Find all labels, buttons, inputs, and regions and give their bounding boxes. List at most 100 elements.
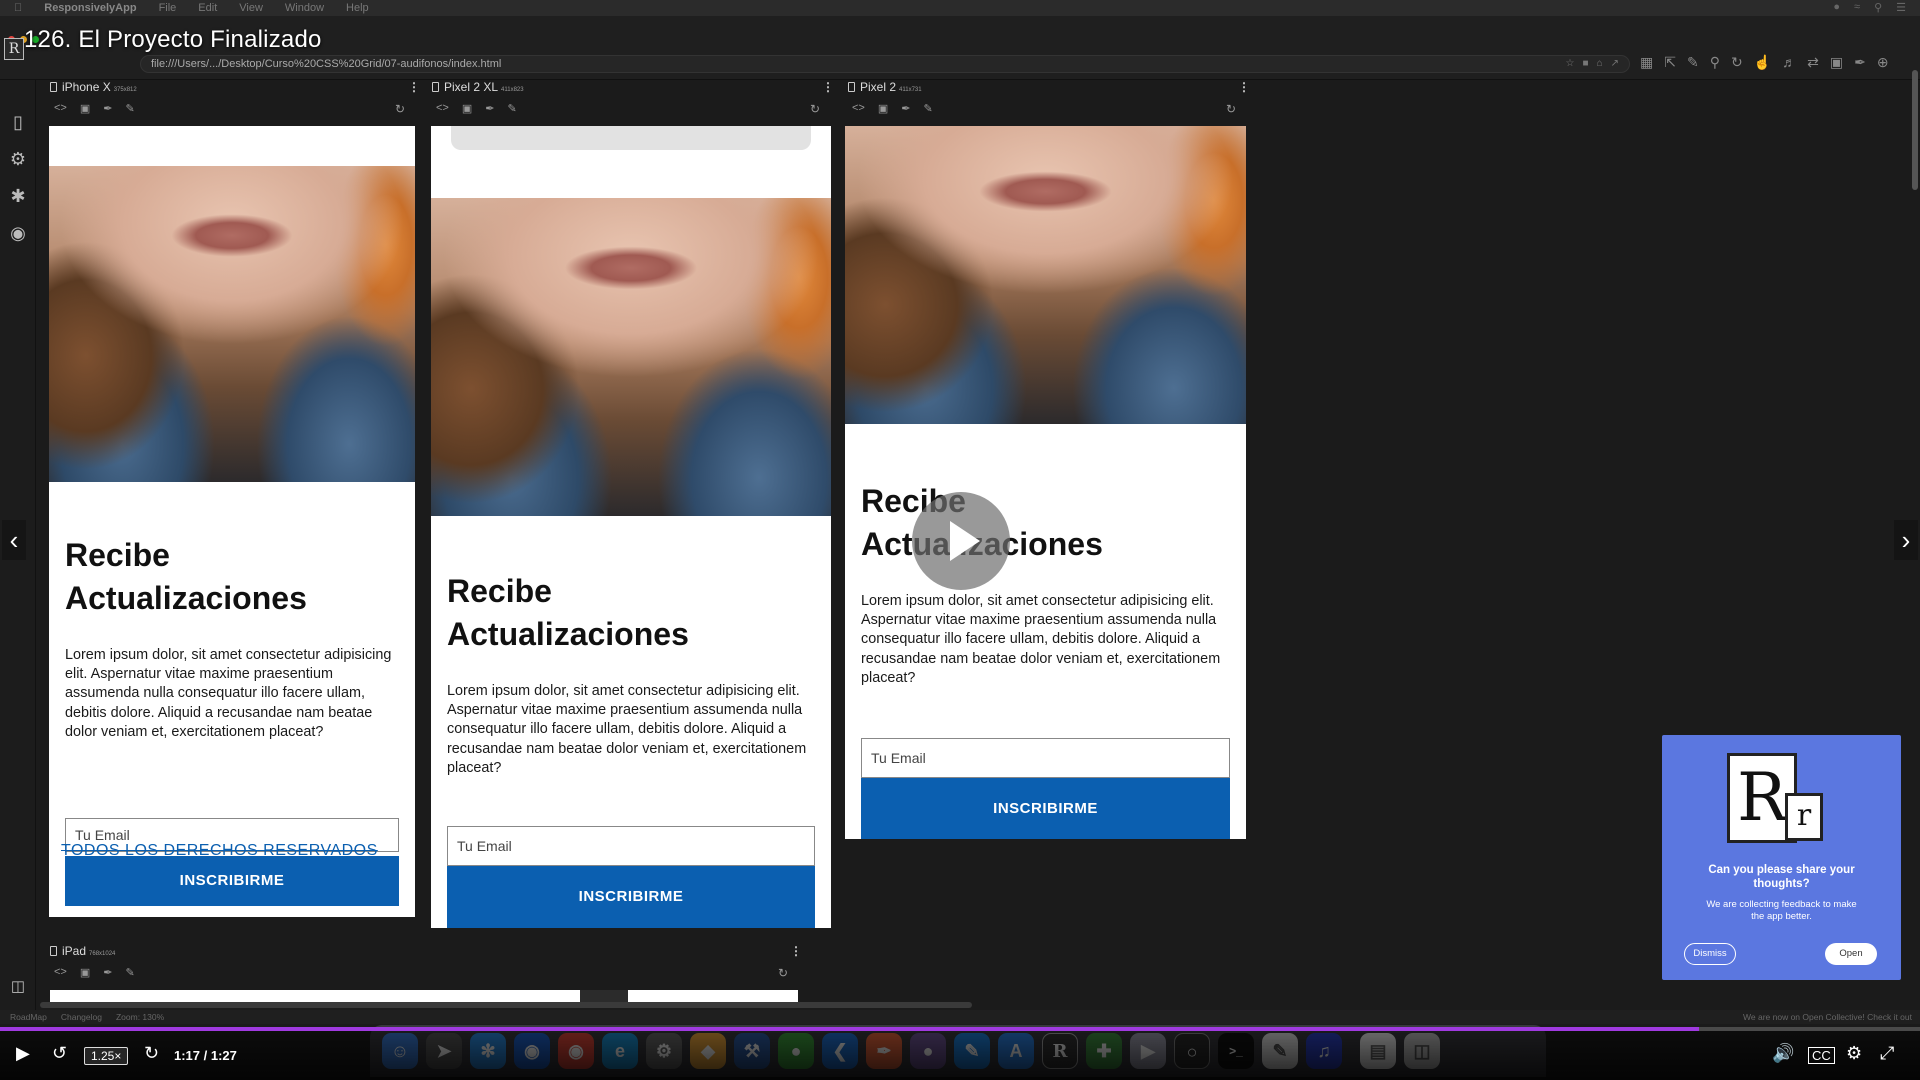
zoom-icon[interactable]: ▦ [1640, 54, 1653, 71]
hero-image [431, 198, 831, 516]
menu-view[interactable]: View [239, 2, 263, 14]
touch-icon[interactable]: ☝ [1754, 54, 1771, 71]
rotate-icon[interactable]: ↻ [1226, 102, 1236, 116]
edit-icon[interactable]: ✎ [923, 102, 932, 115]
open-button[interactable]: Open [1825, 943, 1877, 965]
pen-icon[interactable]: ✒ [901, 102, 910, 115]
device-viewport[interactable]: Recibe Actualizaciones Lorem ipsum dolor… [49, 126, 415, 917]
home-icon[interactable]: ⌂ [1597, 56, 1603, 72]
pen-icon[interactable]: ✒ [1854, 54, 1866, 71]
code-icon[interactable]: <> [54, 102, 67, 115]
changelog-link[interactable]: Changelog [61, 1012, 102, 1022]
edit-icon[interactable]: ✎ [125, 102, 134, 115]
device-resolution: 411x823 [501, 87, 524, 93]
menu-app-name[interactable]: ResponsivelyApp [44, 2, 136, 14]
zoom-in-icon[interactable]: ⊕ [1877, 54, 1889, 71]
rotate-icon[interactable]: ↻ [395, 102, 405, 116]
pen-icon[interactable]: ✒ [485, 102, 494, 115]
email-input[interactable]: Tu Email [447, 826, 815, 866]
heading-line-2: Actualizaciones [65, 580, 307, 616]
playback-speed-button[interactable]: 1.25× [84, 1047, 129, 1065]
roadmap-link[interactable]: RoadMap [10, 1012, 47, 1022]
device-pixel-2-xl: Pixel 2 XL 411x823 ⋮ <> ▣ ✒ ✎ ↻ Recibe Ac… [431, 80, 834, 930]
video-player-controls: ▶ ↺ 1.25× ↻ 1:17 / 1:27 🔊 CC ⚙ ⤢ [0, 1031, 1920, 1080]
devices-icon[interactable]: ▯ [6, 110, 30, 134]
device-menu-icon[interactable]: ⋮ [822, 80, 834, 94]
newsletter-section: Recibe Actualizaciones Lorem ipsum dolor… [49, 534, 415, 742]
menu-file[interactable]: File [159, 2, 177, 14]
device-name: Pixel 2 [860, 80, 897, 94]
volume-icon[interactable]: 🔊 [1772, 1043, 1794, 1064]
fullscreen-exit-icon[interactable]: ⤢ [1880, 1043, 1894, 1064]
device-menu-icon[interactable]: ⋮ [1238, 80, 1250, 94]
pen-icon[interactable]: ✒ [103, 102, 112, 115]
dismiss-button[interactable]: Dismiss [1684, 943, 1736, 965]
network-icon[interactable]: ◉ [6, 221, 30, 245]
screenshot-icon[interactable]: ▣ [1830, 54, 1843, 71]
menu-edit[interactable]: Edit [198, 2, 217, 14]
subscribe-button[interactable]: INSCRIBIRME [447, 866, 815, 928]
newsletter-section: Recibe Actualizaciones Lorem ipsum dolor… [845, 480, 1246, 688]
menu-window[interactable]: Window [285, 2, 324, 14]
gift-icon[interactable]: ◫ [6, 975, 30, 999]
edit-icon[interactable]: ✎ [125, 966, 134, 979]
screenshot-icon[interactable]: ▣ [80, 102, 90, 115]
edit-icon[interactable]: ✎ [1687, 54, 1699, 71]
device-viewport[interactable]: Recibe Actualizaciones Lorem ipsum dolor… [431, 126, 831, 928]
sync-icon[interactable]: ⇄ [1807, 54, 1819, 71]
open-collective-notice[interactable]: We are now on Open Collective! Check it … [1743, 1012, 1912, 1022]
device-menu-icon[interactable]: ⋮ [408, 80, 420, 94]
rotate-icon[interactable]: ↻ [810, 102, 820, 116]
settings-gear-icon[interactable]: ⚙ [1846, 1043, 1862, 1064]
refresh-icon[interactable]: ↻ [1731, 54, 1743, 71]
rewind-icon[interactable]: ↺ [52, 1043, 67, 1064]
device-header: iPad 768x1024 [50, 944, 115, 960]
apple-icon[interactable]:  [14, 2, 22, 14]
delete-icon[interactable]: ■ [1583, 56, 1589, 72]
device-header: Pixel 2 411x731 [848, 80, 922, 96]
forward-icon[interactable]: ↻ [144, 1043, 159, 1064]
screenshot-icon[interactable]: ▣ [462, 102, 472, 115]
newsletter-text: Lorem ipsum dolor, sit amet consectetur … [65, 647, 392, 740]
play-overlay-button[interactable] [912, 492, 1010, 590]
mute-icon[interactable]: ♬ [1782, 54, 1796, 71]
captions-icon[interactable]: CC [1808, 1047, 1835, 1064]
extensions-icon[interactable]: ✱ [6, 184, 30, 208]
previous-arrow-icon[interactable]: ‹ [2, 520, 26, 560]
menu-help[interactable]: Help [346, 2, 369, 14]
edit-icon[interactable]: ✎ [507, 102, 516, 115]
rotate-icon[interactable]: ↻ [778, 966, 788, 980]
code-icon[interactable]: <> [54, 966, 67, 979]
ipad-viewport[interactable] [50, 990, 798, 1002]
device-menu-icon[interactable]: ⋮ [790, 944, 802, 958]
pen-icon[interactable]: ✒ [103, 966, 112, 979]
subscribe-button[interactable]: INSCRIBIRME [65, 856, 399, 906]
header-bar [49, 126, 415, 166]
gear-icon[interactable]: ⚙ [6, 147, 30, 171]
play-icon[interactable]: ▶ [16, 1043, 30, 1064]
device-name: iPhone X [62, 80, 111, 94]
wifi-icon[interactable]: ≈ [1854, 1, 1860, 14]
address-bar[interactable]: file:///Users/.../Desktop/Curso%20CSS%20… [140, 55, 1630, 73]
link-icon[interactable]: ↗ [1611, 56, 1619, 72]
inspect-icon[interactable]: ⇱ [1664, 54, 1676, 71]
search-icon[interactable]: ⚲ [1874, 1, 1882, 14]
screenshot-icon[interactable]: ▣ [80, 966, 90, 979]
status-icon[interactable]: ● [1833, 1, 1840, 14]
subscribe-button[interactable]: INSCRIBIRME [861, 778, 1230, 839]
email-input[interactable]: Tu Email [861, 738, 1230, 778]
next-arrow-icon[interactable]: › [1894, 520, 1918, 560]
zoom-level: Zoom: 130% [115, 1012, 165, 1022]
vertical-scrollbar[interactable] [1912, 70, 1918, 190]
device-resolution: 411x731 [899, 87, 922, 93]
search-element-icon[interactable]: ⚲ [1710, 54, 1720, 71]
horizontal-scrollbar[interactable] [40, 1002, 972, 1008]
feedback-subtitle: We are collecting feedback to make the a… [1706, 899, 1857, 922]
screenshot-icon[interactable]: ▣ [878, 102, 888, 115]
code-icon[interactable]: <> [436, 102, 449, 115]
control-center-icon[interactable]: ☰ [1896, 1, 1906, 14]
bookmark-icon[interactable]: ☆ [1566, 56, 1575, 72]
feedback-title: Can you please share your thoughts? [1708, 864, 1855, 890]
device-viewport[interactable]: Recibe Actualizaciones Lorem ipsum dolor… [845, 126, 1246, 839]
code-icon[interactable]: <> [852, 102, 865, 115]
